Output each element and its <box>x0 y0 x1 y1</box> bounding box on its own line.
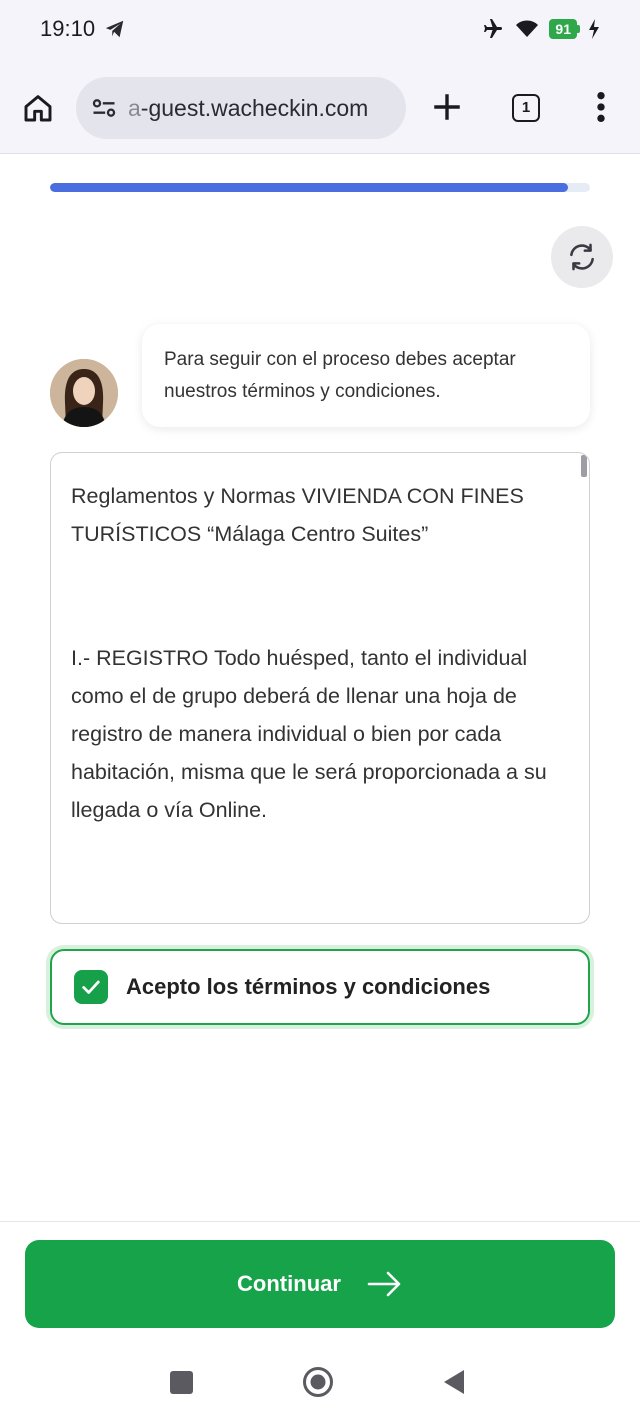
terms-scroll-area[interactable]: Reglamentos y Normas VIVIENDA CON FINES … <box>50 452 590 924</box>
wifi-icon <box>516 20 539 37</box>
refresh-button[interactable] <box>551 226 613 288</box>
telegram-icon <box>105 20 124 38</box>
accept-checkbox[interactable] <box>74 970 108 1004</box>
avatar-image <box>50 359 118 427</box>
site-settings-icon[interactable] <box>90 94 118 122</box>
continue-label[interactable]: Continuar <box>237 1271 341 1297</box>
terms-title: Reglamentos y Normas VIVIENDA CON FINES … <box>71 484 524 546</box>
back-nav-button[interactable] <box>442 1368 466 1396</box>
address-bar[interactable]: a-guest.wacheckin.com <box>76 77 406 139</box>
home-icon[interactable] <box>22 92 54 124</box>
battery-level: 91 <box>549 19 577 39</box>
charging-icon <box>589 19 599 39</box>
progress-bar <box>50 183 590 192</box>
arrow-right-icon <box>367 1271 401 1297</box>
recent-apps-button[interactable] <box>170 1371 193 1394</box>
progress-fill <box>50 183 569 192</box>
avatar <box>50 359 118 427</box>
status-time: 19:10 <box>40 16 96 41</box>
chat-message: Para seguir con el proceso debes aceptar… <box>142 324 590 427</box>
more-menu-icon[interactable] <box>590 90 612 124</box>
continue-button[interactable]: Continuar <box>25 1240 615 1328</box>
new-tab-icon[interactable] <box>430 90 464 124</box>
home-nav-button[interactable] <box>302 1366 334 1398</box>
scrollbar[interactable] <box>581 455 587 477</box>
airplane-icon <box>484 19 503 38</box>
url-text[interactable]: a-guest.wacheckin.com <box>128 95 368 122</box>
accept-label[interactable]: Acepto los términos y condiciones <box>126 974 490 1000</box>
footer-divider <box>0 1221 640 1222</box>
battery-icon: 91 <box>549 19 580 39</box>
status-bar: 19:10 91 <box>0 0 640 60</box>
terms-section: I.- REGISTRO Todo huésped, tanto el indi… <box>71 646 547 822</box>
status-icons: 91 <box>479 14 600 44</box>
accept-terms-option[interactable]: Acepto los términos y condiciones <box>50 949 590 1025</box>
refresh-icon <box>570 243 594 271</box>
browser-toolbar: a-guest.wacheckin.com 1 <box>0 60 640 154</box>
checkmark-icon <box>82 980 100 994</box>
tab-switcher-button[interactable]: 1 <box>512 94 540 122</box>
